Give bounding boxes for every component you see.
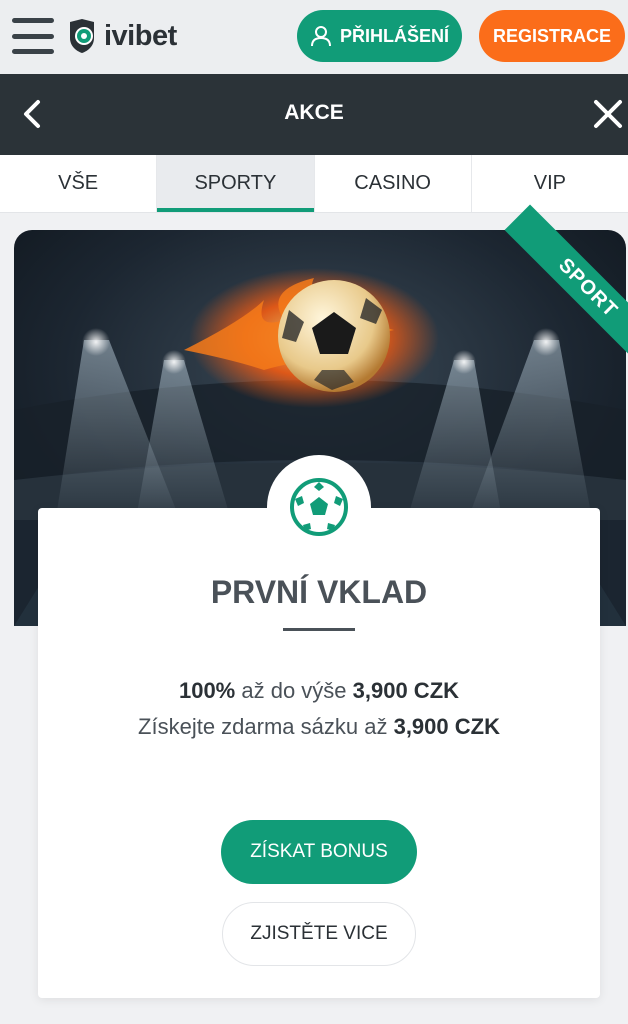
title-divider (283, 628, 355, 631)
promo-line-1: 100% až do výše 3,900 CZK (178, 678, 460, 703)
user-icon (310, 26, 331, 47)
register-button-label: REGISTRACE (492, 25, 611, 46)
soccer-ball-icon (267, 455, 371, 559)
promotions-header: AKCE (0, 74, 628, 155)
tab-vip[interactable]: VIP (472, 155, 628, 212)
promo-line-2: Získejte zdarma sázku až 3,900 CZK (138, 714, 500, 739)
logo-shield-icon (70, 19, 94, 53)
hamburger-menu-icon[interactable] (12, 18, 54, 54)
tab-all[interactable]: VŠE (0, 155, 158, 212)
top-bar: ivibet PŘIHLÁŠENÍ REGISTRACE (0, 0, 628, 74)
login-button[interactable]: PŘIHLÁŠENÍ (297, 10, 462, 62)
promo-title: PRVNÍ VKLAD (210, 574, 428, 610)
logo[interactable]: ivibet (66, 16, 177, 56)
tab-sports[interactable]: SPORTY (157, 155, 315, 212)
learn-more-button[interactable]: ZJISTĚTE VICE (222, 902, 416, 966)
category-tabs: VŠE SPORTY CASINO VIP (0, 155, 628, 213)
login-button-label: PŘIHLÁŠENÍ (339, 25, 449, 46)
logo-text: ivibet (104, 19, 177, 52)
close-icon[interactable] (590, 95, 626, 133)
tab-casino[interactable]: CASINO (315, 155, 472, 212)
get-bonus-button[interactable]: ZÍSKAT BONUS (221, 820, 417, 884)
page-title: AKCE (284, 101, 344, 124)
register-button[interactable]: REGISTRACE (479, 10, 625, 62)
